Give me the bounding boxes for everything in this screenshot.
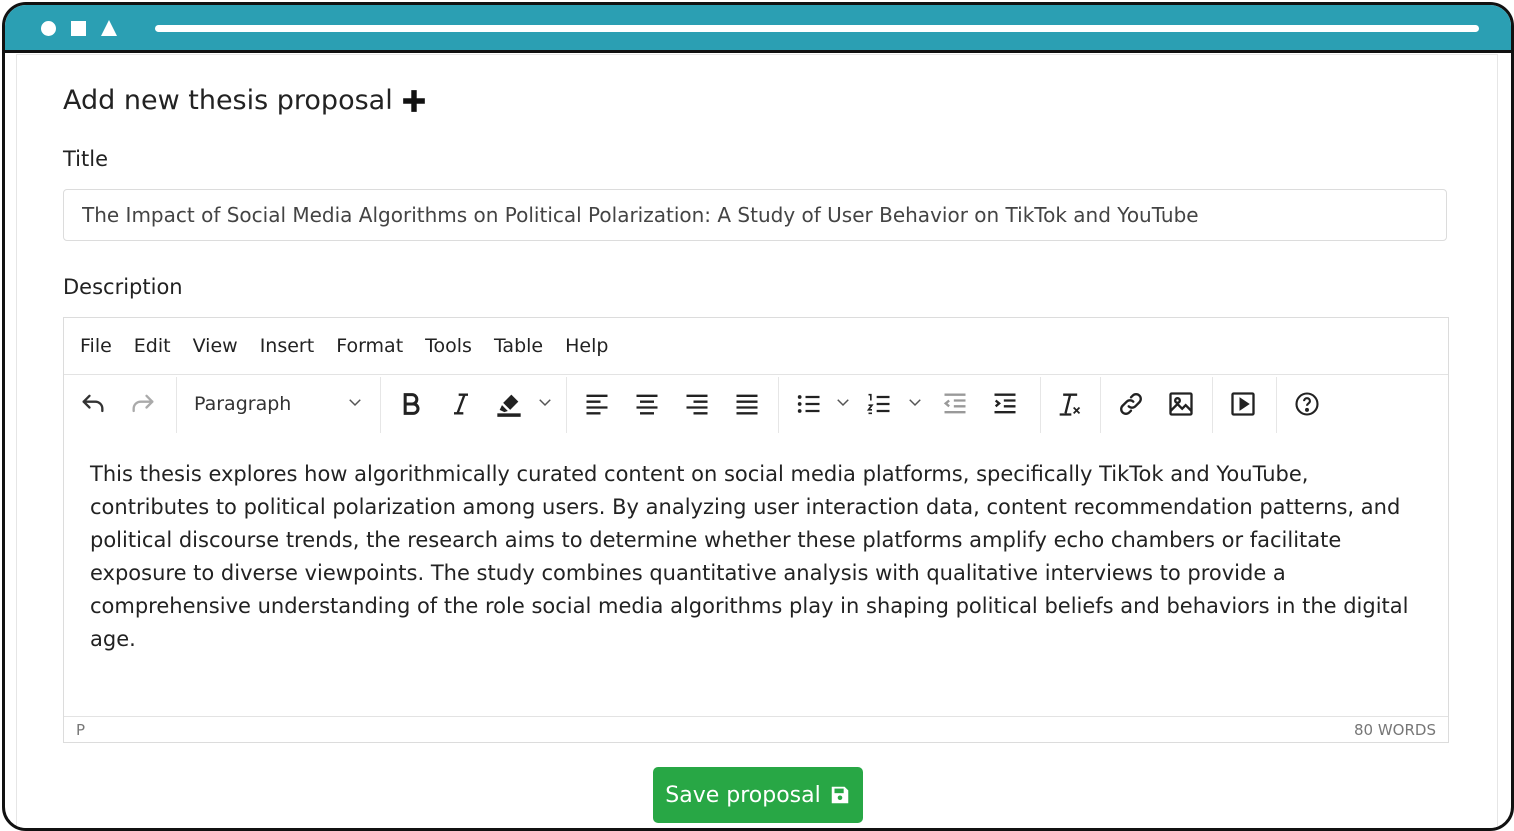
redo-icon — [132, 394, 154, 413]
link-icon — [1120, 393, 1142, 415]
align-justify-button[interactable] — [728, 385, 766, 423]
square-icon — [71, 21, 86, 36]
description-label: Description — [63, 275, 183, 299]
undo-icon — [82, 394, 104, 413]
block-format-select[interactable]: Paragraph — [182, 385, 372, 423]
element-path[interactable]: P — [76, 721, 85, 739]
italic-icon — [454, 393, 468, 415]
rich-text-editor: File Edit View Insert Format Tools Table… — [63, 317, 1449, 743]
undo-button[interactable] — [74, 385, 112, 423]
toolbar-divider — [380, 377, 381, 433]
menu-file[interactable]: File — [80, 335, 112, 357]
align-center-button[interactable] — [628, 385, 666, 423]
align-center-icon — [636, 394, 658, 415]
editor-content[interactable]: This thesis explores how algorithmically… — [90, 458, 1420, 656]
window-titlebar — [5, 5, 1511, 53]
chevron-down-icon — [837, 399, 849, 407]
align-right-icon — [686, 394, 708, 415]
outdent-icon — [943, 393, 966, 414]
outdent-button[interactable] — [936, 385, 974, 423]
menu-tools[interactable]: Tools — [425, 335, 472, 357]
redo-button[interactable] — [124, 385, 162, 423]
editor-menubar: File Edit View Insert Format Tools Table… — [64, 318, 1448, 374]
toolbar-divider — [176, 377, 177, 433]
floppy-disk-icon — [831, 786, 848, 804]
image-icon — [1169, 392, 1193, 416]
toolbar-divider — [1212, 377, 1213, 433]
save-proposal-button[interactable]: Save proposal — [653, 767, 863, 823]
numbered-list-button[interactable] — [860, 385, 898, 423]
menu-help[interactable]: Help — [565, 335, 608, 357]
triangle-icon — [101, 20, 117, 36]
page-heading: Add new thesis proposal — [63, 85, 427, 116]
plus-icon — [402, 89, 425, 112]
highlighter-icon — [497, 394, 521, 417]
clear-formatting-icon — [1059, 393, 1081, 416]
menu-insert[interactable]: Insert — [260, 335, 315, 357]
toolbar-divider — [1100, 377, 1101, 433]
clear-formatting-button[interactable] — [1050, 385, 1088, 423]
browser-window: Add new thesis proposal Title Descriptio… — [2, 2, 1514, 831]
align-left-icon — [586, 394, 608, 415]
bullet-list-button[interactable] — [790, 385, 828, 423]
editor-statusbar: P 80 WORDS — [64, 716, 1448, 743]
proposal-form-card: Add new thesis proposal Title Descriptio… — [17, 55, 1497, 828]
insert-link-button[interactable] — [1112, 385, 1150, 423]
help-button[interactable] — [1288, 385, 1326, 423]
help-icon — [1295, 392, 1319, 416]
page-title: Add new thesis proposal — [63, 85, 393, 116]
editor-toolbar: Paragraph — [64, 377, 1448, 433]
menu-table[interactable]: Table — [494, 335, 543, 357]
bold-button[interactable] — [392, 385, 430, 423]
block-format-value: Paragraph — [194, 393, 292, 415]
title-label: Title — [63, 147, 109, 171]
media-icon — [1231, 392, 1255, 416]
menu-edit[interactable]: Edit — [134, 335, 171, 357]
bullet-list-icon — [797, 395, 820, 413]
align-right-button[interactable] — [678, 385, 716, 423]
bold-icon — [403, 393, 420, 415]
title-input[interactable] — [63, 189, 1447, 241]
toolbar-divider — [778, 377, 779, 433]
indent-icon — [994, 393, 1016, 414]
chevron-down-icon — [349, 399, 361, 407]
menubar-divider — [64, 374, 1448, 375]
chevron-down-icon — [539, 399, 551, 407]
insert-media-button[interactable] — [1224, 385, 1262, 423]
italic-button[interactable] — [442, 385, 480, 423]
align-left-button[interactable] — [578, 385, 616, 423]
save-button-label: Save proposal — [665, 782, 821, 808]
numbered-list-icon — [866, 393, 890, 415]
indent-button[interactable] — [986, 385, 1024, 423]
chevron-down-icon — [909, 399, 921, 407]
address-bar[interactable] — [155, 25, 1479, 32]
menu-view[interactable]: View — [193, 335, 238, 357]
circle-icon — [41, 21, 56, 36]
word-count[interactable]: 80 WORDS — [1354, 721, 1436, 739]
toolbar-divider — [1040, 377, 1041, 433]
menu-format[interactable]: Format — [336, 335, 403, 357]
toolbar-divider — [1276, 377, 1277, 433]
align-justify-icon — [736, 394, 758, 415]
insert-image-button[interactable] — [1162, 385, 1200, 423]
toolbar-divider — [566, 377, 567, 433]
highlight-button[interactable] — [490, 385, 528, 423]
